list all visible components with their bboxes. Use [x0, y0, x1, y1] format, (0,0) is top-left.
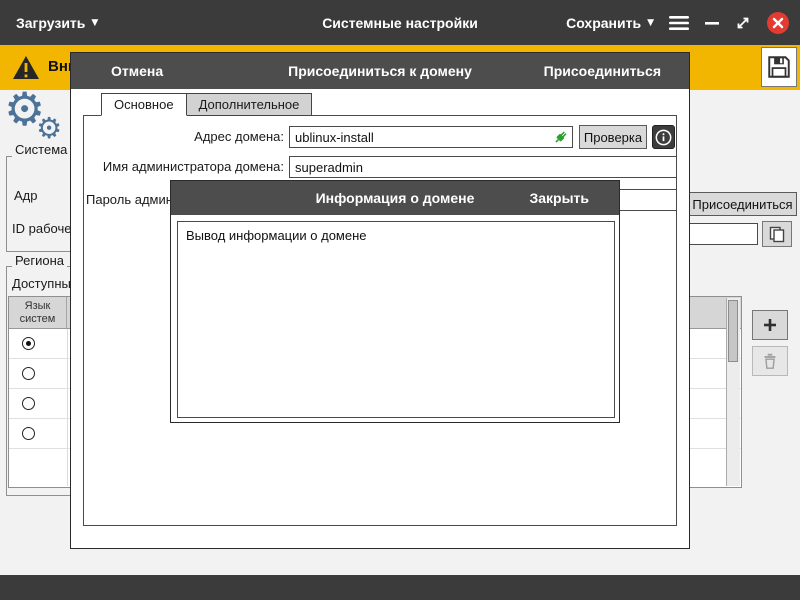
hamburger-menu-button[interactable] — [669, 15, 689, 31]
save-menu-label: Сохранить — [566, 15, 641, 31]
radio-selected-icon[interactable] — [22, 337, 35, 350]
copy-icon — [768, 225, 786, 243]
expand-icon — [735, 15, 751, 31]
warning-icon — [12, 55, 40, 83]
domain-address-label: Адрес домена: — [71, 129, 284, 144]
info-dialog-titlebar: Информация о домене Закрыть — [171, 181, 619, 215]
join-dialog-titlebar: Отмена Присоединиться к домену Присоедин… — [71, 53, 689, 89]
tab-additional[interactable]: Дополнительное — [187, 93, 313, 116]
header-line-1: Язык — [25, 300, 51, 313]
join-domain-button[interactable]: Присоединиться — [688, 192, 797, 216]
save-file-button[interactable] — [761, 47, 797, 87]
system-group-label: Система — [12, 142, 70, 157]
load-menu-button[interactable]: Загрузить ▼ — [16, 15, 98, 31]
bottom-bar — [0, 575, 800, 600]
trash-icon — [761, 352, 779, 370]
domain-address-input[interactable] — [289, 126, 573, 148]
chevron-down-icon: ▼ — [647, 18, 654, 28]
minimize-button[interactable] — [704, 15, 720, 31]
close-info-button[interactable]: Закрыть — [529, 190, 589, 206]
delete-language-button[interactable] — [752, 346, 788, 376]
domain-info-dialog: Информация о домене Закрыть Вывод информ… — [170, 180, 620, 423]
radio-icon[interactable] — [22, 427, 35, 440]
info-button[interactable] — [652, 125, 675, 149]
admin-name-label: Имя администратора домена: — [71, 159, 284, 174]
main-titlebar: Системные настройки Загрузить ▼ Сохранит… — [0, 0, 800, 45]
connected-plug-icon — [552, 128, 570, 149]
save-menu-button[interactable]: Сохранить ▼ — [566, 15, 654, 31]
minimize-icon — [704, 15, 720, 31]
load-menu-label: Загрузить — [16, 15, 85, 31]
tab-main[interactable]: Основное — [101, 93, 187, 116]
info-icon — [655, 129, 672, 146]
admin-password-label: Пароль админ — [86, 192, 173, 207]
domain-address-field — [289, 126, 573, 148]
header-line-2: систем — [20, 313, 56, 326]
radio-icon[interactable] — [22, 367, 35, 380]
radio-icon[interactable] — [22, 397, 35, 410]
close-button[interactable] — [766, 11, 790, 35]
scrollbar-thumb[interactable] — [728, 300, 738, 362]
regional-group-label: Региона — [12, 253, 67, 268]
cancel-button[interactable]: Отмена — [111, 63, 163, 79]
join-dialog-title: Присоединиться к домену — [288, 63, 472, 79]
language-column-header: Язык систем — [9, 297, 67, 328]
add-language-button[interactable] — [752, 310, 788, 340]
copy-button[interactable] — [762, 221, 792, 247]
info-dialog-title: Информация о домене — [316, 190, 475, 206]
hamburger-icon — [669, 15, 689, 31]
floppy-icon — [766, 54, 792, 80]
tab-bar: Основное Дополнительное — [101, 93, 312, 116]
join-confirm-button[interactable]: Присоединиться — [544, 63, 661, 79]
available-languages-label: Доступны — [12, 276, 71, 291]
admin-name-input[interactable] — [289, 156, 677, 178]
domain-info-output: Вывод информации о домене — [177, 221, 615, 418]
system-settings-app: Системные настройки Загрузить ▼ Сохранит… — [0, 0, 800, 600]
check-button[interactable]: Проверка — [579, 125, 647, 149]
plus-icon — [761, 316, 779, 334]
gear-icon: ⚙ — [36, 114, 62, 143]
workstation-id-label: ID рабоче — [12, 221, 71, 236]
address-label: Адр — [14, 188, 38, 203]
close-icon — [766, 11, 790, 35]
table-scrollbar[interactable] — [726, 298, 740, 486]
chevron-down-icon: ▼ — [91, 18, 98, 28]
maximize-button[interactable] — [735, 15, 751, 31]
